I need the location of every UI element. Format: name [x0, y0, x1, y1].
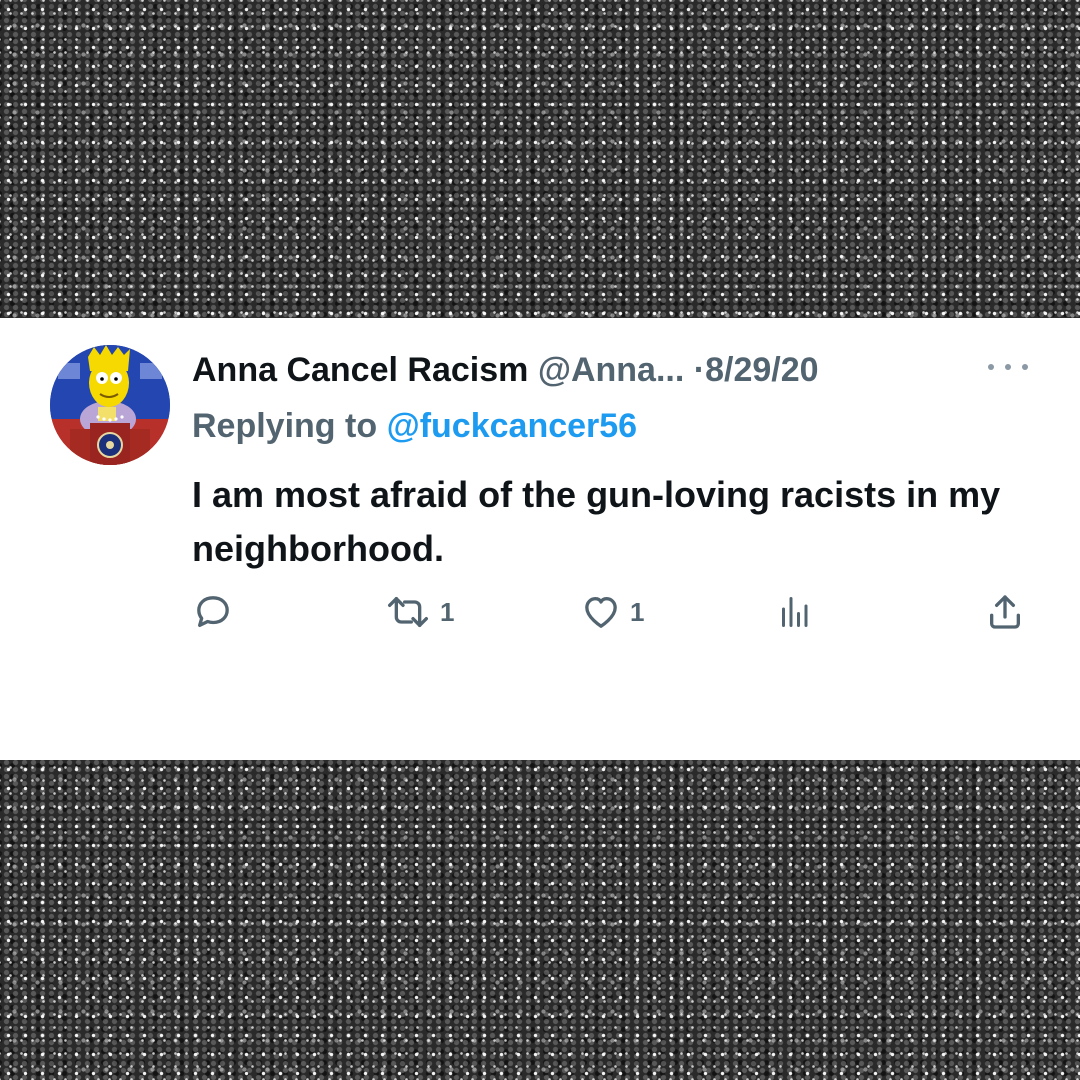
- author-handle[interactable]: @Anna...: [538, 351, 685, 389]
- author-name[interactable]: Anna Cancel Racism: [192, 351, 528, 389]
- reply-context: Replying to @fuckcancer56: [192, 404, 637, 448]
- share-icon: [990, 595, 1020, 629]
- more-icon[interactable]: [988, 352, 1028, 382]
- tweet-date[interactable]: 8/29/20: [705, 351, 818, 389]
- reply-mention[interactable]: @fuckcancer56: [387, 407, 638, 445]
- like-button[interactable]: 1: [580, 590, 644, 634]
- reply-icon: [197, 596, 229, 627]
- like-count: 1: [630, 596, 645, 627]
- reply-prefix: Replying to: [192, 407, 378, 445]
- tweet-text: I am most afraid of the gun-loving racis…: [192, 474, 1001, 569]
- like-icon: [585, 597, 617, 628]
- views-button[interactable]: [776, 590, 812, 634]
- avatar-image: [50, 345, 170, 465]
- avatar[interactable]: [50, 345, 170, 465]
- tweet-card: Anna Cancel Racism @Anna... ·8/29/20 Rep…: [0, 318, 1080, 760]
- retweet-icon: [388, 597, 429, 627]
- reply-button[interactable]: [193, 590, 241, 634]
- share-button[interactable]: [985, 590, 1025, 634]
- retweet-count: 1: [440, 596, 455, 627]
- separator-dot: ·: [693, 351, 706, 389]
- retweet-button[interactable]: 1: [384, 590, 454, 634]
- tweet-header: Anna Cancel Racism @Anna... ·8/29/20: [192, 348, 819, 392]
- views-icon: [782, 597, 808, 627]
